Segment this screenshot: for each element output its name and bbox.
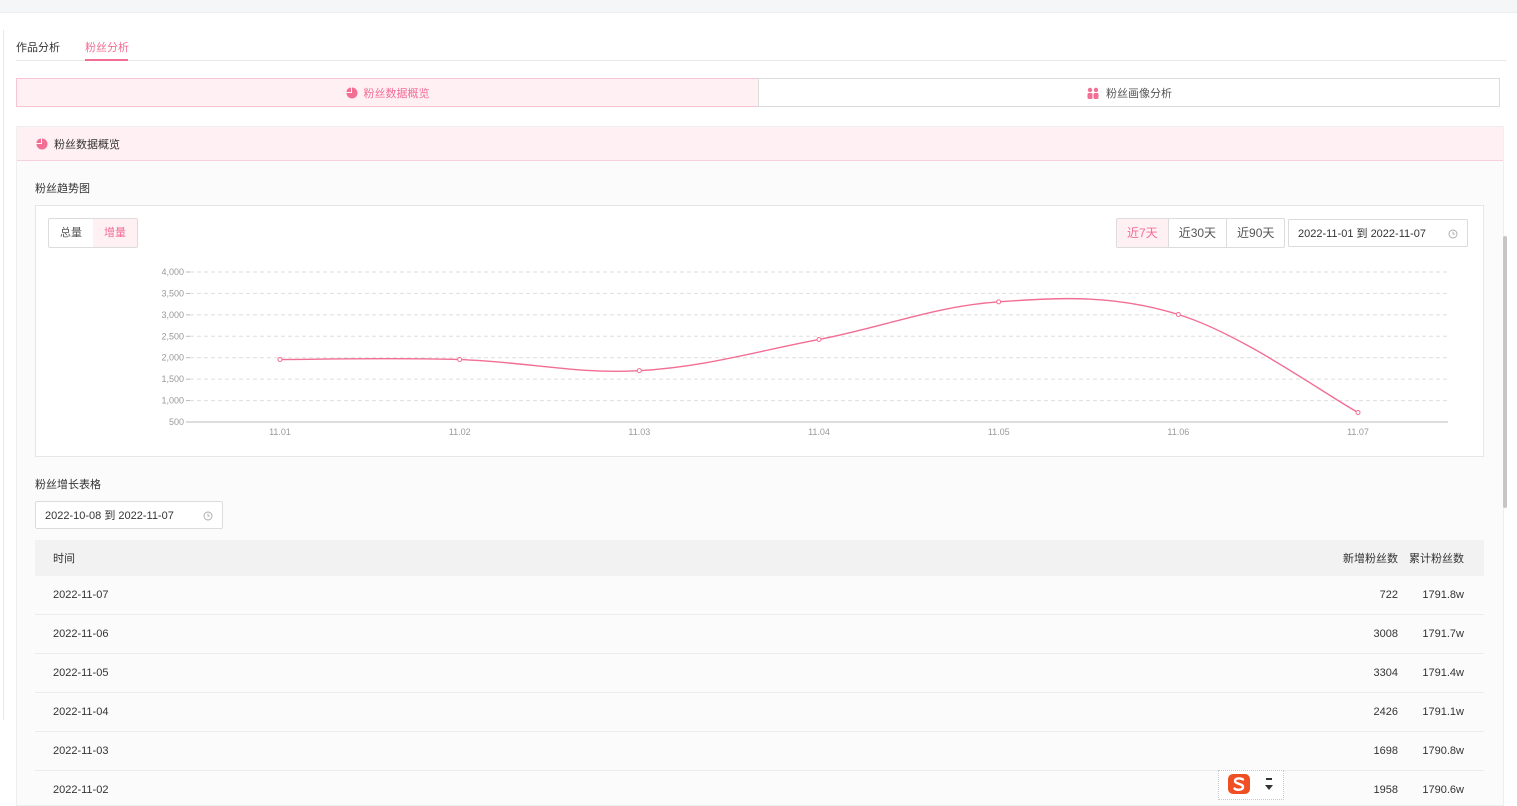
row-date: 2022-11-02 [53, 784, 109, 796]
analysis-tabs: 作品分析 粉丝分析 [16, 30, 1506, 61]
row-total-fans: 1791.4w [1422, 667, 1464, 679]
x-tick-label: 11.01 [269, 427, 291, 437]
segment-fans-portrait[interactable]: 粉丝画像分析 [758, 78, 1500, 107]
data-point [1175, 312, 1181, 318]
header-total-fans: 累计粉丝数 [1409, 553, 1464, 565]
x-tick-label: 11.03 [628, 427, 650, 437]
data-point [457, 357, 463, 363]
table-row: 2022-11-03 1698 1790.8w [35, 732, 1484, 771]
left-rail [0, 30, 4, 720]
row-new-fans: 3304 [1373, 667, 1398, 679]
table-row: 2022-11-05 3304 1791.4w [35, 654, 1484, 693]
data-point [816, 336, 822, 342]
table-date-range-text: 2022-10-08 到 2022-11-07 [45, 510, 174, 522]
table-header: 时间 新增粉丝数 累计粉丝数 [35, 540, 1484, 576]
scrollbar-thumb[interactable] [1503, 236, 1507, 508]
data-point [277, 357, 283, 363]
data-point [636, 368, 642, 374]
fans-growth-table: 时间 新增粉丝数 累计粉丝数 2022-11-07 722 1791.8w 20… [35, 540, 1484, 806]
y-tick-label: 500 [169, 417, 184, 427]
row-new-fans: 1958 [1373, 784, 1398, 796]
pie-chart-icon [346, 87, 358, 99]
data-point [1355, 409, 1361, 415]
table-row: 2022-11-04 2426 1791.1w [35, 693, 1484, 732]
x-tick-label: 11.02 [449, 427, 471, 437]
top-bar [0, 0, 1517, 13]
y-tick-label: 2,000 [161, 353, 184, 363]
ime-menu-icon[interactable] [1263, 776, 1275, 795]
row-total-fans: 1791.1w [1422, 706, 1464, 718]
row-date: 2022-11-05 [53, 667, 109, 679]
table-section-title: 粉丝增长表格 [35, 479, 101, 491]
row-new-fans: 3008 [1373, 628, 1398, 640]
row-date: 2022-11-06 [53, 628, 109, 640]
segment-fans-portrait-label: 粉丝画像分析 [1106, 87, 1172, 100]
row-date: 2022-11-07 [53, 589, 109, 601]
users-icon [1086, 87, 1100, 99]
clock-icon [203, 511, 213, 524]
panel-header: 粉丝数据概览 [17, 127, 1503, 161]
data-point [996, 299, 1002, 305]
y-tick-label: 3,500 [161, 288, 184, 298]
series-line [279, 297, 1359, 414]
ime-toolbar[interactable] [1218, 770, 1284, 800]
sogou-logo-icon[interactable] [1227, 773, 1251, 798]
table-row: 2022-11-07 722 1791.8w [35, 576, 1484, 615]
row-date: 2022-11-04 [53, 706, 109, 718]
panel-title: 粉丝数据概览 [54, 138, 120, 151]
y-tick-label: 1,000 [161, 396, 184, 406]
row-total-fans: 1790.8w [1422, 745, 1464, 757]
table-date-range-picker[interactable]: 2022-10-08 到 2022-11-07 [35, 501, 223, 529]
y-tick-label: 2,500 [161, 331, 184, 341]
active-tab-underline [85, 59, 128, 61]
segment-fans-overview-label: 粉丝数据概览 [363, 87, 430, 100]
row-new-fans: 722 [1379, 589, 1398, 601]
table-row: 2022-11-06 3008 1791.7w [35, 615, 1484, 654]
x-tick-label: 11.04 [808, 427, 830, 437]
header-new-fans: 新增粉丝数 [1343, 553, 1398, 565]
row-new-fans: 2426 [1373, 706, 1398, 718]
row-total-fans: 1791.7w [1422, 628, 1464, 640]
y-tick-label: 1,500 [161, 374, 184, 384]
row-total-fans: 1790.6w [1422, 784, 1464, 796]
x-tick-label: 11.07 [1347, 427, 1369, 437]
header-date: 时间 [53, 553, 75, 565]
trend-chart-card: 总量 增量 近7天 近30天 近90天 2022-11-01 到 2022-11… [35, 205, 1484, 457]
fans-trend-line-chart: 500 1,000 1,500 2,000 2,500 3,000 3,500 4,000 11… [161, 267, 1448, 437]
y-tick-label: 4,000 [161, 267, 184, 277]
tab-fans-analysis[interactable]: 粉丝分析 [85, 39, 129, 55]
row-date: 2022-11-03 [53, 745, 109, 757]
segment-fans-overview[interactable]: 粉丝数据概览 [16, 78, 759, 107]
tab-works-analysis[interactable]: 作品分析 [16, 39, 60, 55]
trend-section-title: 粉丝趋势图 [35, 183, 90, 195]
row-new-fans: 1698 [1373, 745, 1398, 757]
y-tick-label: 3,000 [161, 310, 184, 320]
pie-chart-icon [36, 138, 48, 150]
row-total-fans: 1791.8w [1422, 589, 1464, 601]
x-tick-label: 11.05 [988, 427, 1010, 437]
x-tick-label: 11.06 [1167, 427, 1189, 437]
